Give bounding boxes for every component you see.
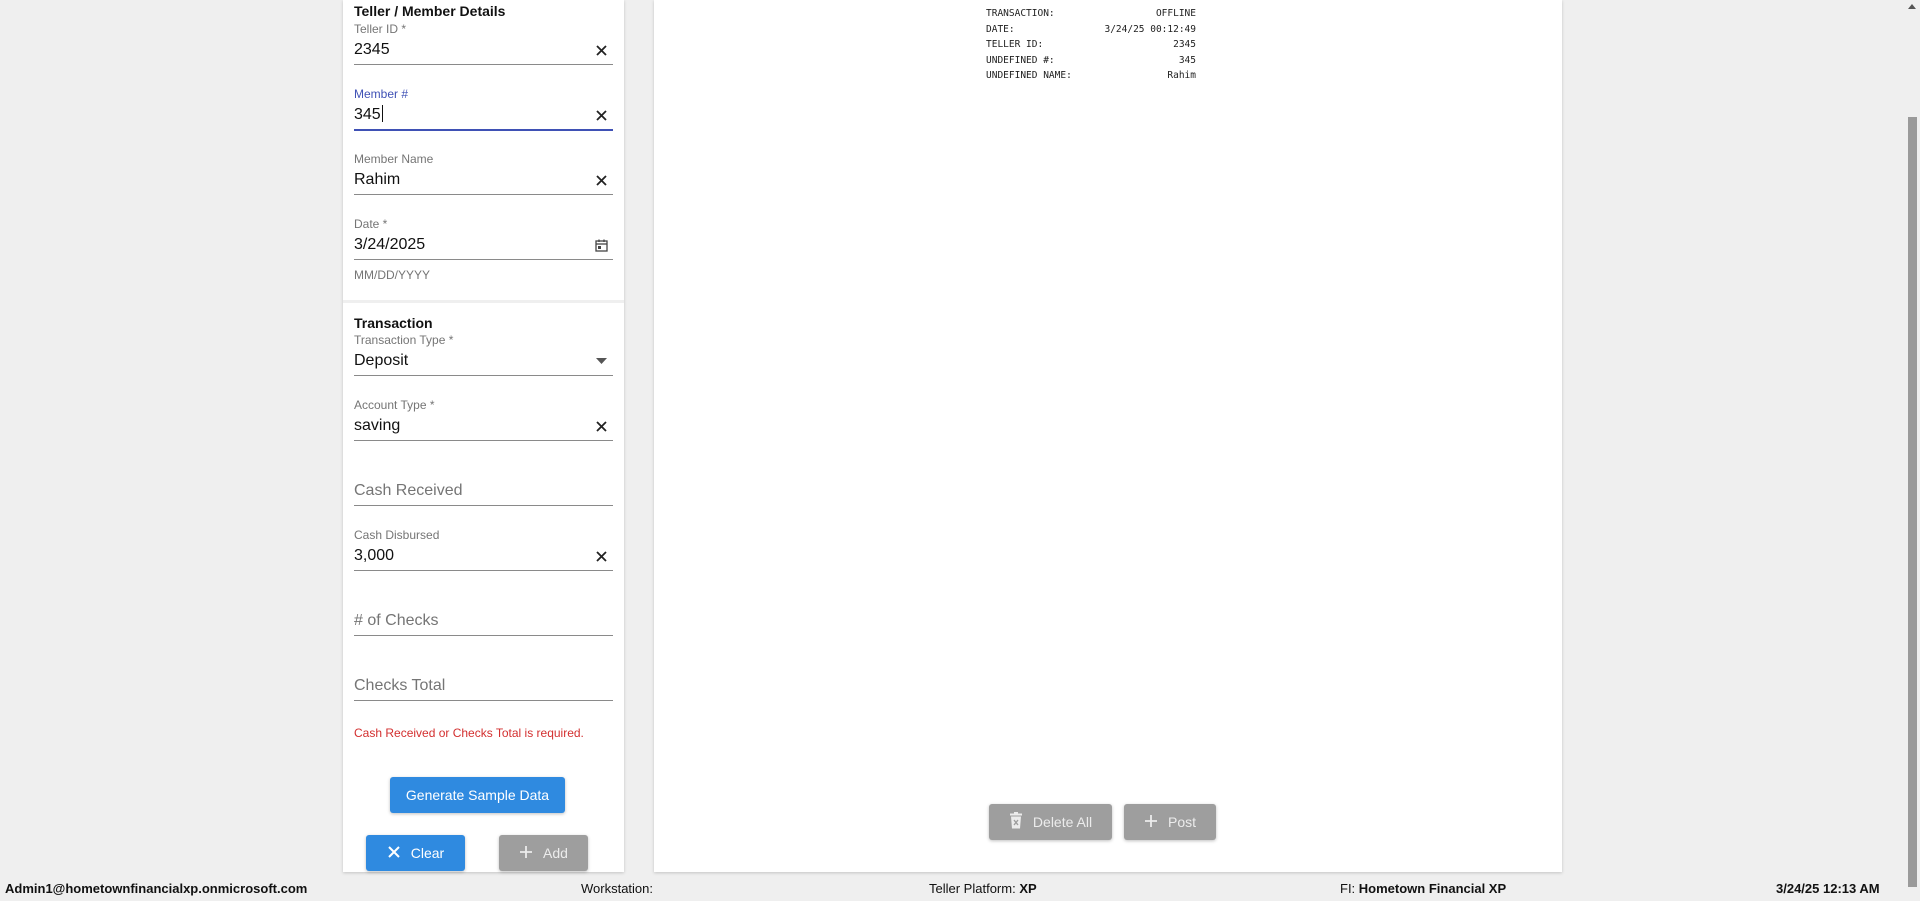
checks-total-field[interactable]: Checks Total [354, 658, 613, 714]
num-checks-underline [354, 635, 613, 636]
generate-sample-data-label: Generate Sample Data [405, 787, 550, 803]
checks-total-input[interactable]: Checks Total [354, 676, 445, 696]
clear-button-label: Clear [410, 845, 445, 861]
receipt-preview: TRANSACTION: OFFLINE DATE: 3/24/25 00:12:49… [986, 6, 1196, 84]
scroll-up-arrow-icon[interactable] [1908, 4, 1916, 9]
validation-error: Cash Received or Checks Total is require… [354, 726, 584, 740]
num-checks-field[interactable]: # of Checks [354, 593, 613, 649]
clear-member-name-icon[interactable] [593, 172, 609, 188]
status-fi: FI: Hometown Financial XP [1340, 881, 1507, 896]
member-number-input[interactable]: 345 [354, 105, 383, 125]
status-bar: Admin1@hometownfinancialxp.onmicrosoft.c… [0, 876, 1904, 901]
transaction-section-title: Transaction [354, 315, 433, 331]
calendar-icon[interactable] [593, 237, 609, 253]
member-name-input[interactable]: Rahim [354, 170, 400, 190]
clear-teller-id-icon[interactable] [593, 42, 609, 58]
date-label: Date * [354, 217, 388, 231]
member-name-underline [354, 194, 613, 195]
receipt-row: TRANSACTION: OFFLINE [986, 6, 1196, 22]
checks-total-underline [354, 700, 613, 701]
status-platform: Teller Platform: XP [929, 881, 1037, 896]
member-number-underline [354, 129, 613, 131]
post-button-label: Post [1167, 814, 1196, 830]
transaction-type-value[interactable]: Deposit [354, 351, 408, 371]
plus-icon [519, 845, 533, 862]
clear-button[interactable]: Clear [366, 835, 465, 871]
date-format-helper: MM/DD/YYYY [354, 268, 431, 282]
receipt-key: UNDEFINED #: [986, 54, 1055, 66]
date-underline [354, 259, 613, 260]
num-checks-input[interactable]: # of Checks [354, 611, 438, 631]
receipt-value: OFFLINE [1155, 8, 1196, 19]
close-icon [387, 845, 401, 862]
account-type-underline [354, 440, 613, 441]
receipt-row: DATE: 3/24/25 00:12:49 [986, 22, 1196, 38]
member-name-field[interactable]: Member Name Rahim [354, 152, 613, 208]
status-workstation: Workstation: [581, 881, 654, 896]
member-number-label: Member # [354, 87, 409, 101]
teller-id-input[interactable]: 2345 [354, 40, 390, 60]
cash-disbursed-input[interactable]: 3,000 [354, 546, 394, 566]
receipt-value: 3/24/25 00:12:49 [1104, 23, 1196, 35]
cash-received-field[interactable]: Cash Received [354, 463, 613, 519]
receipt-key: TRANSACTION: [986, 8, 1055, 19]
trash-icon [1009, 812, 1023, 832]
add-button-label: Add [543, 845, 568, 861]
receipt-row: TELLER ID: 2345 [986, 37, 1196, 53]
clear-cash-disbursed-icon[interactable] [593, 548, 609, 564]
status-datetime: 3/24/25 12:13 AM [1776, 881, 1880, 896]
teller-member-section-title: Teller / Member Details [354, 3, 506, 19]
post-button[interactable]: Post [1124, 804, 1216, 840]
account-type-field[interactable]: Account Type * saving [354, 398, 613, 454]
account-type-label: Account Type * [354, 398, 435, 412]
receipt-value: Rahim [1167, 70, 1196, 81]
cash-disbursed-label: Cash Disbursed [354, 528, 440, 542]
dropdown-arrow-icon[interactable] [593, 353, 609, 369]
teller-id-label: Teller ID * [354, 22, 407, 36]
add-button[interactable]: Add [499, 835, 588, 871]
scroll-thumb[interactable] [1908, 117, 1917, 887]
cash-disbursed-underline [354, 570, 613, 571]
transaction-type-select[interactable]: Transaction Type * Deposit [354, 333, 613, 389]
date-field[interactable]: Date * 3/24/2025 [354, 217, 613, 273]
generate-sample-data-button[interactable]: Generate Sample Data [390, 777, 565, 813]
text-caret [381, 105, 383, 122]
receipt-key: TELLER ID: [986, 39, 1044, 50]
receipt-row: UNDEFINED NAME: Rahim [986, 68, 1196, 84]
cash-received-input[interactable]: Cash Received [354, 481, 463, 501]
teller-id-underline [354, 64, 613, 65]
teller-id-field[interactable]: Teller ID * 2345 [354, 22, 613, 78]
date-input[interactable]: 3/24/2025 [354, 235, 425, 255]
delete-all-button[interactable]: Delete All [989, 804, 1112, 840]
receipt-value: 345 [1178, 54, 1196, 66]
receipt-row: UNDEFINED #: 345 [986, 53, 1196, 69]
teller-form-panel: Teller / Member Details Teller ID * 2345… [343, 0, 624, 872]
receipt-value: 2345 [1173, 39, 1196, 50]
receipt-key: UNDEFINED NAME: [986, 70, 1072, 81]
account-type-input[interactable]: saving [354, 416, 400, 436]
cash-disbursed-field[interactable]: Cash Disbursed 3,000 [354, 528, 613, 584]
transaction-type-label: Transaction Type * [354, 333, 454, 347]
member-name-label: Member Name [354, 152, 434, 166]
vertical-scrollbar[interactable] [1904, 0, 1920, 901]
cash-received-underline [354, 505, 613, 506]
receipt-panel: TRANSACTION: OFFLINE DATE: 3/24/25 00:12:49… [654, 0, 1562, 872]
receipt-key: DATE: [986, 23, 1015, 35]
delete-all-label: Delete All [1032, 814, 1093, 830]
clear-account-type-icon[interactable] [593, 418, 609, 434]
transaction-type-underline [354, 375, 613, 376]
section-divider [343, 300, 624, 303]
status-user: Admin1@hometownfinancialxp.onmicrosoft.c… [5, 881, 308, 896]
clear-member-number-icon[interactable] [593, 107, 609, 123]
plus-icon [1144, 814, 1158, 831]
member-number-field[interactable]: Member # 345 [354, 87, 613, 143]
